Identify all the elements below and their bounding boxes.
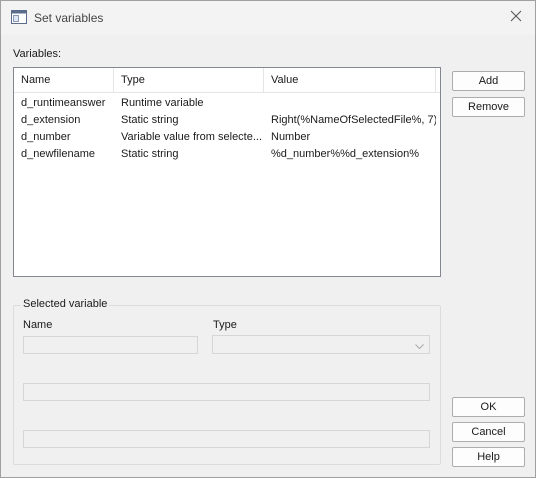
name-input[interactable]	[23, 336, 198, 354]
cell-type: Variable value from selecte...	[121, 131, 263, 143]
cell-name: d_number	[21, 131, 71, 143]
cell-name: d_newfilename	[21, 148, 95, 160]
selected-variable-title: Selected variable	[21, 298, 110, 310]
add-button[interactable]: Add	[452, 71, 525, 91]
cell-name: d_runtimeanswer	[21, 97, 106, 109]
cell-value: Number	[271, 131, 311, 143]
value-field-2[interactable]	[23, 430, 430, 448]
cell-value	[264, 95, 436, 112]
table-row[interactable]: d_number Variable value from selecte... …	[14, 129, 440, 146]
table-row[interactable]: d_extension Static string Right(%NameOfS…	[14, 112, 440, 129]
table-row[interactable]: d_runtimeanswer Runtime variable	[14, 95, 440, 112]
variables-list[interactable]: Name Type Value d_runtimeanswer Runtime …	[13, 67, 441, 277]
value-field-1[interactable]	[23, 383, 430, 401]
close-button[interactable]	[501, 5, 531, 29]
column-header-value[interactable]: Value	[264, 68, 436, 93]
type-select[interactable]	[212, 335, 430, 354]
close-icon	[510, 10, 522, 25]
name-label: Name	[23, 319, 53, 331]
set-variables-dialog: Set variables Variables: Name Type Value…	[0, 0, 536, 478]
cell-value: Right(%NameOfSelectedFile%, 7)	[271, 114, 436, 126]
window-icon	[11, 10, 27, 24]
column-header-name[interactable]: Name	[14, 68, 114, 93]
variables-label: Variables:	[13, 48, 62, 60]
list-header: Name Type Value	[14, 68, 440, 93]
cell-value: %d_number%%d_extension%	[271, 148, 419, 160]
remove-button[interactable]: Remove	[452, 97, 525, 117]
help-button[interactable]: Help	[452, 447, 525, 467]
cell-type: Static string	[121, 148, 179, 160]
cell-type: Runtime variable	[121, 97, 204, 109]
column-header-type[interactable]: Type	[114, 68, 264, 93]
cell-type: Static string	[121, 114, 179, 126]
ok-button[interactable]: OK	[452, 397, 525, 417]
table-row[interactable]: d_newfilename Static string %d_number%%d…	[14, 146, 440, 163]
title-bar: Set variables	[1, 1, 535, 35]
cell-name: d_extension	[21, 114, 81, 126]
window-title: Set variables	[34, 11, 104, 25]
chevron-down-icon	[415, 341, 424, 350]
type-label: Type	[213, 319, 237, 331]
list-rows: d_runtimeanswer Runtime variable d_exten…	[14, 95, 440, 163]
cancel-button[interactable]: Cancel	[452, 422, 525, 442]
